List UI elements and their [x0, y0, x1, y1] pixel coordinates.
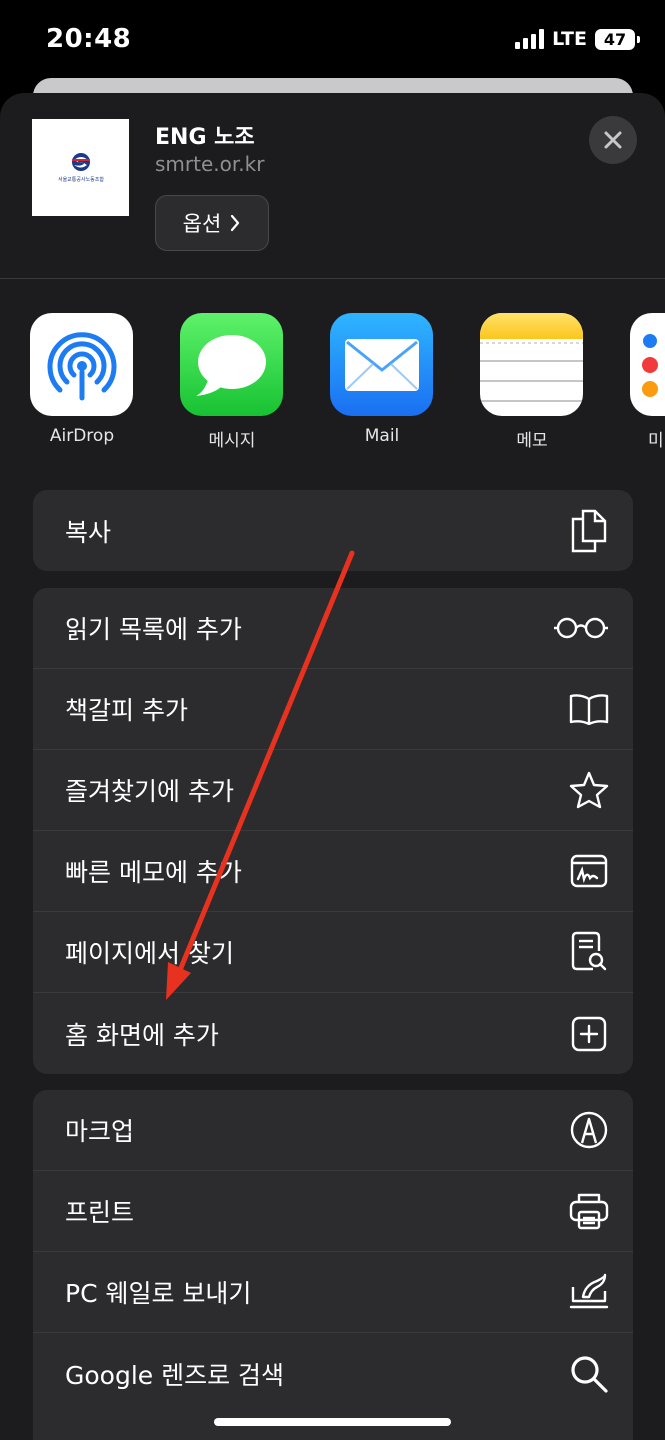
action-group-main: 읽기 목록에 추가 책갈피 추가 즐겨찾기에 추가 빠른 메모에 추가 페이지에…	[33, 588, 633, 1074]
share-sheet: 서울교통공사노동조합 ENG 노조 smrte.or.kr 옵션 AirDrop…	[0, 93, 665, 1440]
share-apps-row: AirDrop 메시지 Mail 메모 미	[0, 313, 665, 463]
quick-note-icon	[569, 851, 609, 891]
app-label: 미	[648, 431, 664, 451]
app-mail[interactable]: Mail	[330, 313, 434, 446]
page-url: smrte.or.kr	[155, 152, 265, 176]
close-icon	[604, 131, 622, 149]
action-label: 즐겨찾기에 추가	[65, 777, 234, 806]
action-group-copy: 복사	[33, 490, 633, 571]
action-label: 마크업	[65, 1117, 135, 1146]
search-icon	[569, 1354, 609, 1394]
action-label: PC 웨일로 보내기	[65, 1279, 252, 1308]
action-label: 책갈피 추가	[65, 696, 188, 725]
logo-caption: 서울교통공사노동조합	[57, 176, 103, 183]
action-label: Google 렌즈로 검색	[65, 1360, 285, 1390]
app-notes[interactable]: 메모	[480, 313, 584, 451]
airdrop-icon	[30, 313, 133, 416]
app-label: 메시지	[208, 431, 256, 451]
action-copy[interactable]: 복사	[33, 490, 633, 571]
site-thumbnail: 서울교통공사노동조합	[32, 119, 129, 216]
messages-icon	[180, 313, 283, 416]
action-label: 프린트	[65, 1198, 135, 1227]
home-indicator[interactable]	[214, 1418, 451, 1426]
battery-icon: 47	[595, 28, 640, 50]
action-add-to-home-screen[interactable]: 홈 화면에 추가	[33, 993, 633, 1074]
cellular-signal-icon	[515, 29, 545, 49]
printer-icon	[569, 1191, 609, 1231]
action-label: 홈 화면에 추가	[65, 1020, 219, 1050]
action-markup[interactable]: 마크업	[33, 1090, 633, 1171]
action-add-favorites[interactable]: 즐겨찾기에 추가	[33, 750, 633, 831]
action-add-reading-list[interactable]: 읽기 목록에 추가	[33, 588, 633, 669]
site-logo-icon: 서울교통공사노동조합	[57, 152, 104, 183]
close-button[interactable]	[589, 116, 637, 164]
action-find-on-page[interactable]: 페이지에서 찾기	[33, 912, 633, 993]
action-send-to-pc-whale[interactable]: PC 웨일로 보내기	[33, 1252, 633, 1333]
copy-icon	[569, 509, 609, 552]
book-icon	[569, 689, 609, 729]
status-indicators: LTE 47	[515, 28, 640, 50]
app-airdrop[interactable]: AirDrop	[30, 313, 134, 446]
action-google-lens[interactable]: Google 렌즈로 검색	[33, 1333, 633, 1414]
app-label: AirDrop	[49, 426, 115, 446]
status-time: 20:48	[46, 24, 132, 54]
star-icon	[569, 770, 609, 810]
network-type: LTE	[552, 28, 587, 50]
mail-icon	[330, 313, 433, 416]
options-button[interactable]: 옵션	[155, 195, 269, 251]
app-reminders[interactable]: 미	[630, 313, 665, 451]
options-label: 옵션	[182, 212, 222, 236]
action-label: 복사	[65, 517, 112, 547]
send-to-pc-icon	[569, 1272, 609, 1312]
action-label: 페이지에서 찾기	[65, 939, 234, 968]
action-label: 읽기 목록에 추가	[65, 615, 242, 644]
page-title: ENG 노조	[155, 125, 255, 150]
status-bar: 20:48 LTE 47	[0, 0, 665, 80]
action-add-bookmark[interactable]: 책갈피 추가	[33, 669, 633, 750]
action-group-more: 마크업 프린트 PC 웨일로 보내기 Google 렌즈로 검색	[33, 1090, 633, 1440]
find-in-page-icon	[569, 931, 609, 972]
battery-level: 47	[603, 29, 627, 49]
add-square-icon	[569, 1014, 609, 1054]
app-messages[interactable]: 메시지	[180, 313, 284, 451]
glasses-icon	[553, 608, 609, 648]
action-label: 빠른 메모에 추가	[65, 858, 242, 887]
app-label: Mail	[364, 426, 400, 446]
chevron-right-icon	[231, 214, 240, 232]
notes-icon	[480, 313, 583, 416]
app-label: 메모	[516, 431, 548, 451]
action-add-quick-note[interactable]: 빠른 메모에 추가	[33, 831, 633, 912]
action-print[interactable]: 프린트	[33, 1171, 633, 1252]
share-header: 서울교통공사노동조합 ENG 노조 smrte.or.kr 옵션	[0, 93, 665, 279]
reminders-icon	[630, 313, 665, 416]
markup-icon	[569, 1110, 609, 1150]
